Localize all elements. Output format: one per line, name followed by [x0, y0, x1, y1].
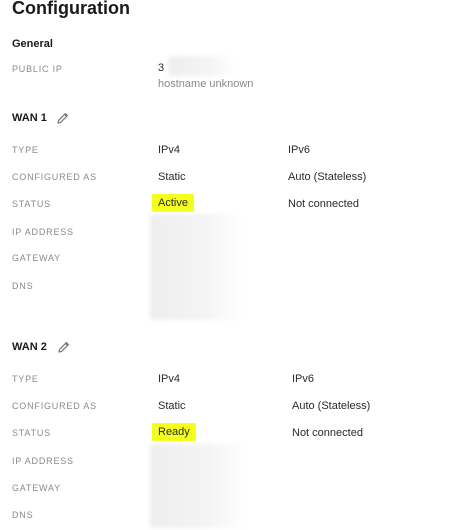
general-section-title: General [12, 38, 53, 50]
wan1-status-label: STATUS [12, 199, 51, 209]
pencil-icon[interactable] [57, 340, 71, 354]
wan1-ipv6-type: IPv6 [288, 144, 311, 156]
wan2-ipv6-type: IPv6 [292, 373, 315, 385]
wan2-status-label: STATUS [12, 428, 51, 438]
wan1-gateway-label: GATEWAY [12, 253, 61, 263]
wan1-ipv6-status: Not connected [288, 198, 359, 210]
wan1-type-label: TYPE [12, 145, 39, 155]
wan1-ipv4-configured-as: Static [158, 171, 186, 183]
wan2-ipv4-configured-as: Static [158, 400, 186, 412]
wan2-ipv6-configured-as: Auto (Stateless) [292, 400, 371, 412]
wan2-section-title: WAN 2 [12, 341, 47, 353]
public-ip-value: 3 [158, 62, 165, 74]
hostname-text: hostname unknown [158, 78, 254, 90]
wan2-gateway-label: GATEWAY [12, 483, 61, 493]
wan2-ipv4-type: IPv4 [158, 373, 181, 385]
wan1-redaction [150, 214, 242, 320]
wan1-ipv4-type: IPv4 [158, 144, 181, 156]
wan2-ipv4-status-badge: Ready [152, 423, 196, 441]
wan1-ipv4-status-badge: Active [152, 194, 194, 212]
wan2-ip-address-label: IP ADDRESS [12, 456, 74, 466]
wan1-dns-label: DNS [12, 281, 34, 291]
wan1-configured-as-label: CONFIGURED AS [12, 172, 97, 182]
wan2-ipv6-status: Not connected [292, 427, 363, 439]
page-title: Configuration [12, 0, 130, 18]
wan1-section-title: WAN 1 [12, 112, 47, 124]
wan1-ip-address-label: IP ADDRESS [12, 227, 74, 237]
wan2-type-label: TYPE [12, 374, 39, 384]
wan2-redaction [150, 444, 248, 528]
wan2-dns-label: DNS [12, 510, 34, 520]
public-ip-label: PUBLIC IP [12, 64, 63, 74]
pencil-icon[interactable] [56, 111, 70, 125]
wan1-ipv6-configured-as: Auto (Stateless) [288, 171, 367, 183]
public-ip-redaction [168, 56, 236, 76]
wan2-configured-as-label: CONFIGURED AS [12, 401, 97, 411]
